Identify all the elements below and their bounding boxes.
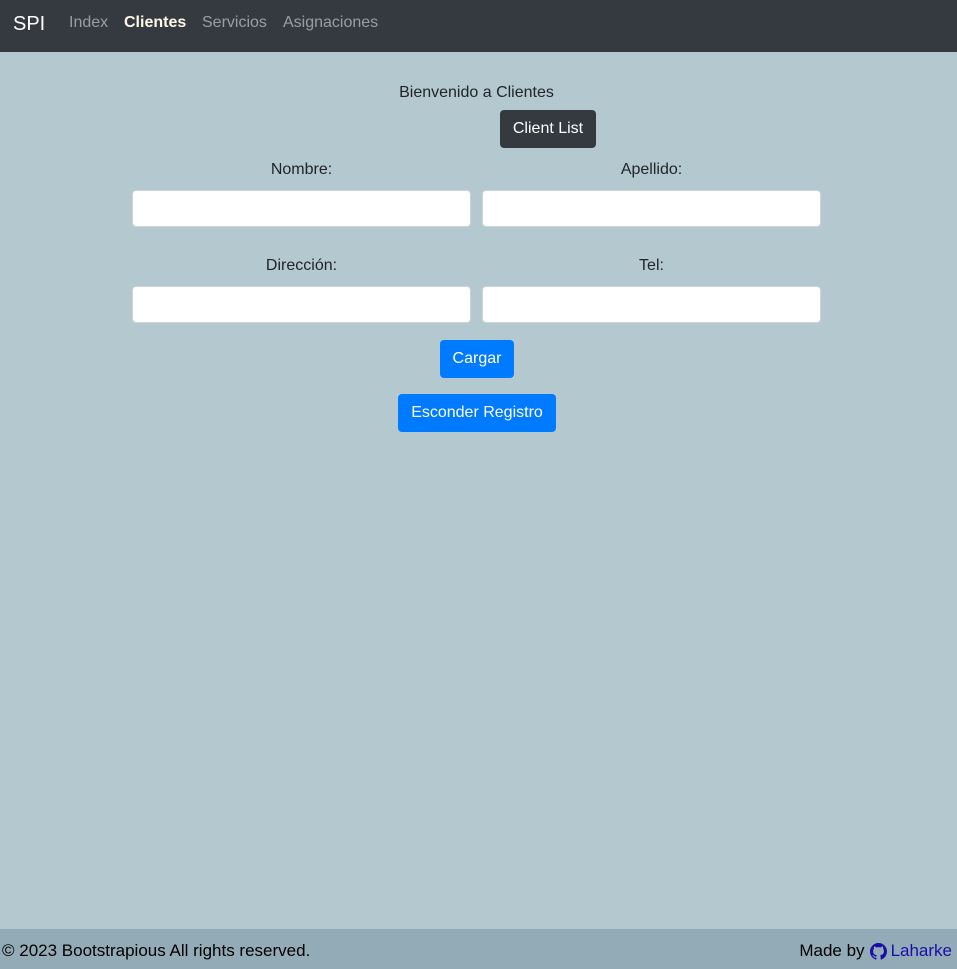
footer: © 2023 Bootstrapious All rights reserved… <box>0 929 957 969</box>
nav-link-index[interactable]: Index <box>69 13 108 33</box>
nombre-input[interactable] <box>132 190 471 227</box>
nav-link-asignaciones[interactable]: Asignaciones <box>283 13 378 33</box>
author-name: Laharke <box>890 941 952 960</box>
author-link[interactable]: Laharke <box>865 941 952 961</box>
nav-link-servicios[interactable]: Servicios <box>202 13 267 33</box>
cargar-button[interactable]: Cargar <box>440 340 514 378</box>
direccion-label: Dirección: <box>265 257 338 274</box>
made-by: Made by Laharke <box>799 941 952 961</box>
esconder-registro-button[interactable]: Esconder Registro <box>398 394 556 432</box>
welcome-text: Bienvenido a Clientes <box>399 84 554 101</box>
github-icon <box>869 942 887 960</box>
direccion-input[interactable] <box>132 286 471 323</box>
copyright-text: © 2023 Bootstrapious All rights reserved… <box>2 941 311 960</box>
nav-link-clientes[interactable]: Clientes <box>124 13 186 33</box>
client-list-button[interactable]: Client List <box>500 110 596 148</box>
tel-input[interactable] <box>482 286 821 323</box>
navbar: SPI Index Clientes Servicios Asignacione… <box>0 0 957 52</box>
apellido-label: Apellido: <box>620 161 683 178</box>
nombre-label: Nombre: <box>270 161 333 178</box>
made-by-text: Made by <box>799 941 865 960</box>
tel-label: Tel: <box>639 257 664 274</box>
apellido-input[interactable] <box>482 190 821 227</box>
navbar-brand[interactable]: SPI <box>13 12 45 36</box>
